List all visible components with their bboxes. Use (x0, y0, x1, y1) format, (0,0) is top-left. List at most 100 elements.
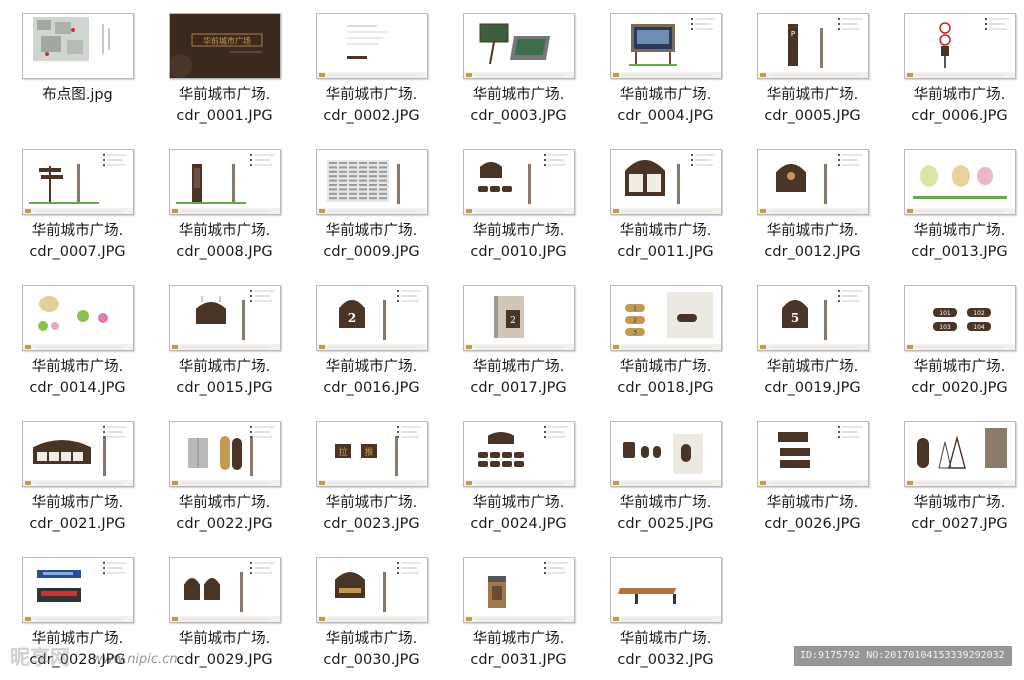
file-thumbnail[interactable] (22, 421, 134, 487)
file-item[interactable]: 101102103104 华前城市广场. cdr_0020.JPG (886, 272, 1024, 408)
file-item[interactable]: 华前城市广场. cdr_0026.JPG (739, 408, 886, 544)
file-thumbnail[interactable]: 5 (757, 285, 869, 351)
svg-text:2: 2 (347, 311, 355, 325)
file-name-label[interactable]: 华前城市广场. cdr_0023.JPG (302, 493, 442, 535)
file-name-label[interactable]: 华前城市广场. cdr_0005.JPG (743, 85, 883, 127)
file-thumbnail[interactable] (610, 13, 722, 79)
file-name-label[interactable]: 华前城市广场. cdr_0001.JPG (155, 85, 295, 127)
file-name-label[interactable]: 华前城市广场. cdr_0008.JPG (155, 221, 295, 263)
file-thumbnail[interactable]: P (757, 13, 869, 79)
file-name-label[interactable]: 华前城市广场. cdr_0031.JPG (449, 629, 589, 671)
file-item[interactable]: 华前城市广场. cdr_0013.JPG (886, 136, 1024, 272)
file-item[interactable]: 华前城市广场. cdr_0024.JPG (445, 408, 592, 544)
file-thumbnail[interactable]: 101102103104 (904, 285, 1016, 351)
file-thumbnail[interactable] (169, 557, 281, 623)
file-item[interactable]: 华前城市广场. cdr_0004.JPG (592, 0, 739, 136)
file-item[interactable]: 华前城市广场. cdr_0007.JPG (4, 136, 151, 272)
file-name-label[interactable]: 华前城市广场. cdr_0004.JPG (596, 85, 736, 127)
file-item[interactable]: 华前城市广场. cdr_0008.JPG (151, 136, 298, 272)
file-name-label[interactable]: 华前城市广场. cdr_0024.JPG (449, 493, 589, 535)
file-thumbnail[interactable]: 2 (463, 285, 575, 351)
file-thumbnail[interactable]: 2 (316, 285, 428, 351)
file-name-label[interactable]: 华前城市广场. cdr_0002.JPG (302, 85, 442, 127)
file-item[interactable]: 华前城市广场. cdr_0031.JPG (445, 544, 592, 680)
file-thumbnail[interactable] (169, 285, 281, 351)
svg-text:P: P (790, 30, 794, 38)
file-name-label[interactable]: 华前城市广场. cdr_0030.JPG (302, 629, 442, 671)
file-name-label[interactable]: 华前城市广场. cdr_0025.JPG (596, 493, 736, 535)
file-item[interactable]: P 华前城市广场. cdr_0005.JPG (739, 0, 886, 136)
file-thumbnail[interactable]: 123 (610, 285, 722, 351)
file-grid: 布点图.jpg华前城市广场华前城市广场. cdr_0001.JPG华前城市广场.… (0, 0, 1024, 676)
file-thumbnail[interactable] (22, 285, 134, 351)
file-thumbnail[interactable] (610, 557, 722, 623)
file-name-label[interactable]: 华前城市广场. cdr_0012.JPG (743, 221, 883, 263)
file-thumbnail[interactable] (610, 421, 722, 487)
file-item[interactable]: 5 华前城市广场. cdr_0019.JPG (739, 272, 886, 408)
file-item[interactable]: 华前城市广场. cdr_0027.JPG (886, 408, 1024, 544)
file-thumbnail[interactable] (904, 13, 1016, 79)
file-thumbnail[interactable]: 拉推 (316, 421, 428, 487)
file-thumbnail[interactable] (904, 421, 1016, 487)
file-item[interactable]: 华前城市广场. cdr_0025.JPG (592, 408, 739, 544)
file-item[interactable]: 华前城市广场. cdr_0012.JPG (739, 136, 886, 272)
file-item[interactable]: 拉推华前城市广场. cdr_0023.JPG (298, 408, 445, 544)
file-thumbnail[interactable] (316, 149, 428, 215)
file-thumbnail[interactable] (463, 421, 575, 487)
file-item[interactable]: 华前城市广场. cdr_0010.JPG (445, 136, 592, 272)
file-name-label[interactable]: 华前城市广场. cdr_0011.JPG (596, 221, 736, 263)
file-item[interactable]: 华前城市广场. cdr_0021.JPG (4, 408, 151, 544)
file-thumbnail[interactable] (22, 149, 134, 215)
file-item[interactable]: 华前城市广场. cdr_0014.JPG (4, 272, 151, 408)
file-item[interactable]: 华前城市广场. cdr_0003.JPG (445, 0, 592, 136)
file-item[interactable]: 华前城市广场. cdr_0032.JPG (592, 544, 739, 680)
file-thumbnail[interactable] (169, 421, 281, 487)
file-thumbnail[interactable] (316, 557, 428, 623)
file-name-label[interactable]: 华前城市广场. cdr_0021.JPG (8, 493, 148, 535)
file-name-label[interactable]: 华前城市广场. cdr_0027.JPG (890, 493, 1024, 535)
file-thumbnail[interactable] (757, 149, 869, 215)
file-item[interactable]: 布点图.jpg (4, 0, 151, 136)
file-item[interactable]: 华前城市广场华前城市广场. cdr_0001.JPG (151, 0, 298, 136)
file-thumbnail[interactable] (463, 13, 575, 79)
file-thumbnail[interactable] (610, 149, 722, 215)
file-name-label[interactable]: 华前城市广场. cdr_0014.JPG (8, 357, 148, 399)
file-item[interactable]: 123华前城市广场. cdr_0018.JPG (592, 272, 739, 408)
file-thumbnail[interactable] (904, 149, 1016, 215)
file-thumbnail[interactable] (463, 149, 575, 215)
file-item[interactable]: 华前城市广场. cdr_0006.JPG (886, 0, 1024, 136)
file-thumbnail[interactable] (316, 13, 428, 79)
file-name-label[interactable]: 华前城市广场. cdr_0009.JPG (302, 221, 442, 263)
file-name-label[interactable]: 华前城市广场. cdr_0013.JPG (890, 221, 1024, 263)
file-thumbnail[interactable] (757, 421, 869, 487)
file-name-label[interactable]: 布点图.jpg (8, 85, 148, 106)
file-name-label[interactable]: 华前城市广场. cdr_0015.JPG (155, 357, 295, 399)
file-thumbnail[interactable] (22, 13, 134, 79)
file-item[interactable]: 华前城市广场. cdr_0011.JPG (592, 136, 739, 272)
file-name-label[interactable]: 华前城市广场. cdr_0020.JPG (890, 357, 1024, 399)
file-item[interactable]: 华前城市广场. cdr_0015.JPG (151, 272, 298, 408)
file-name-label[interactable]: 华前城市广场. cdr_0019.JPG (743, 357, 883, 399)
file-item[interactable]: 2 华前城市广场. cdr_0016.JPG (298, 272, 445, 408)
file-name-label[interactable]: 华前城市广场. cdr_0003.JPG (449, 85, 589, 127)
svg-text:2: 2 (633, 318, 637, 325)
file-thumbnail[interactable] (22, 557, 134, 623)
file-thumbnail[interactable] (169, 149, 281, 215)
file-name-label[interactable]: 华前城市广场. cdr_0017.JPG (449, 357, 589, 399)
file-name-label[interactable]: 华前城市广场. cdr_0022.JPG (155, 493, 295, 535)
file-name-label[interactable]: 华前城市广场. cdr_0010.JPG (449, 221, 589, 263)
file-thumbnail[interactable] (463, 557, 575, 623)
file-item[interactable]: 华前城市广场. cdr_0009.JPG (298, 136, 445, 272)
file-name-label[interactable]: 华前城市广场. cdr_0007.JPG (8, 221, 148, 263)
file-name-label[interactable]: 华前城市广场. cdr_0006.JPG (890, 85, 1024, 127)
file-name-label[interactable]: 华前城市广场. cdr_0032.JPG (596, 629, 736, 671)
svg-text:3: 3 (633, 330, 637, 337)
file-item[interactable]: 华前城市广场. cdr_0002.JPG (298, 0, 445, 136)
file-name-label[interactable]: 华前城市广场. cdr_0018.JPG (596, 357, 736, 399)
file-name-label[interactable]: 华前城市广场. cdr_0026.JPG (743, 493, 883, 535)
file-item[interactable]: 华前城市广场. cdr_0022.JPG (151, 408, 298, 544)
file-name-label[interactable]: 华前城市广场. cdr_0016.JPG (302, 357, 442, 399)
file-item[interactable]: 华前城市广场. cdr_0030.JPG (298, 544, 445, 680)
file-item[interactable]: 2 华前城市广场. cdr_0017.JPG (445, 272, 592, 408)
file-thumbnail[interactable]: 华前城市广场 (169, 13, 281, 79)
